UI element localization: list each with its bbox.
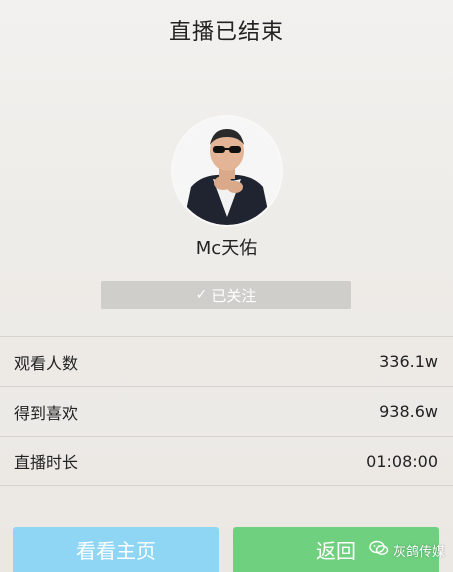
follow-label: 已关注 [211, 286, 257, 305]
follow-status-button[interactable]: ✓ 已关注 [101, 281, 351, 309]
stat-row-likes: 得到喜欢 938.6w [0, 386, 453, 436]
stat-row-viewers: 观看人数 336.1w [0, 336, 453, 386]
check-icon: ✓ [195, 287, 208, 303]
stat-value: 938.6w [379, 402, 438, 421]
view-homepage-button[interactable]: 看看主页 [13, 527, 219, 572]
live-ended-screen: 直播已结束 Mc天佑 ✓ 已关注 观看人数 336.1w 得到喜欢 938.6w… [0, 0, 453, 572]
avatar[interactable] [173, 117, 281, 225]
stat-value: 336.1w [379, 352, 438, 371]
username: Mc天佑 [195, 238, 258, 259]
wechat-icon [369, 540, 389, 560]
page-title: 直播已结束 [168, 20, 284, 45]
stat-label: 得到喜欢 [14, 403, 79, 423]
watermark: 灰鸽传媒 [369, 540, 445, 560]
avatar-image [173, 117, 281, 225]
stat-value: 01:08:00 [366, 451, 438, 471]
stat-label: 观看人数 [14, 353, 79, 373]
watermark-text: 灰鸽传媒 [392, 544, 445, 560]
stats-list: 观看人数 336.1w 得到喜欢 938.6w 直播时长 01:08:00 [0, 336, 453, 486]
stat-label: 直播时长 [14, 453, 79, 472]
stat-row-duration: 直播时长 01:08:00 [0, 436, 453, 486]
